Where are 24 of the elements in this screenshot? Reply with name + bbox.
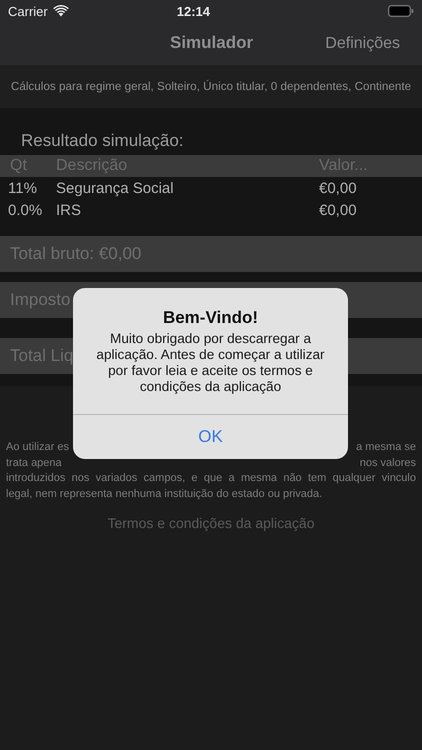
battery-icon [388,5,414,17]
table-cell-text: 0.0% [8,202,44,218]
settings-button[interactable]: Definições [325,34,400,52]
calculation-summary: Cálculos para regime geral, Solteiro, Único titular, 0 dependentes, Continente [10,80,412,93]
table-cell-text: Segurança Social [56,180,175,196]
clock-time: 12:14 [176,4,211,18]
carrier-name: Carrier [8,4,48,18]
table-cell-text: IRS [56,202,82,218]
screen-title: Simulador [170,33,254,53]
table-cell: €0,00 [319,202,357,218]
ok-button[interactable]: OK [73,415,348,459]
alert-message: Muito obrigado por descarregar a aplicação. Antes de começar a utilizar por favor leia e aceite os termos e condições da aplicação [95,331,326,395]
alert-title: Bem-Vindo! [162,308,260,328]
table-cell: €0,00 [319,180,357,196]
disclaimer-text: nos valores [360,456,416,470]
table-cell-text: 11% [8,180,38,196]
disclaimer-text: trata apena [6,456,62,470]
disclaimer-text: a mesma se [356,440,416,455]
disclaimer-text: introduzidos nos variados campos, e que a mesma não tem qualquer vinculo [6,471,416,486]
disclaimer-text: legal, nem representa nenhuma instituição do estado ou privada. [6,486,324,502]
disclaimer-text: Ao utilizar es [6,440,69,455]
wifi-icon [52,5,69,17]
terms-link[interactable]: Termos e condições da aplicação [107,515,314,531]
result-heading: Resultado simulação: [0,108,422,155]
